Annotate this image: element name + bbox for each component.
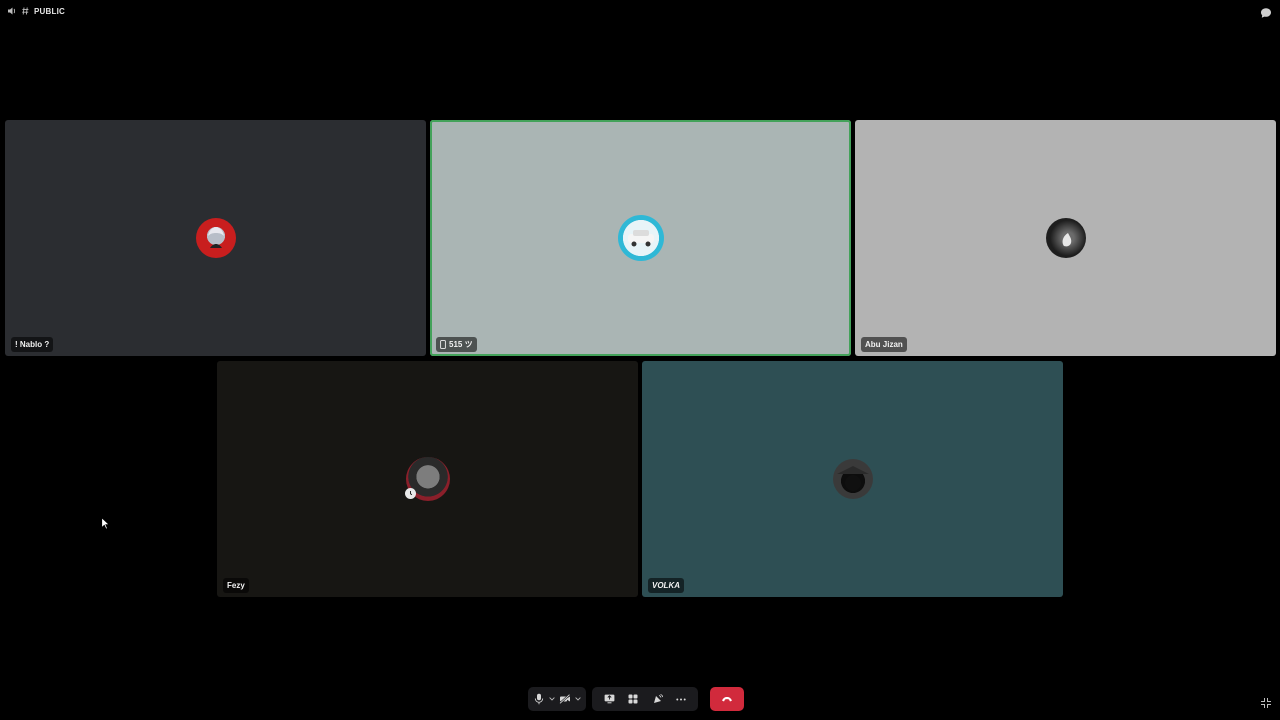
video-options-button[interactable] bbox=[573, 687, 583, 711]
soundboard-icon bbox=[653, 693, 663, 703]
chevron-down-icon bbox=[575, 697, 581, 701]
call-controls bbox=[528, 687, 744, 711]
chat-button[interactable] bbox=[1260, 6, 1272, 18]
top-bar: PUBLIC bbox=[0, 0, 1280, 24]
participant-tile[interactable]: VOLKA bbox=[642, 361, 1063, 597]
more-button[interactable] bbox=[669, 687, 693, 711]
participant-name-tag: Abu Jizan bbox=[861, 337, 907, 352]
avatar bbox=[1045, 218, 1086, 258]
chat-bubble-icon bbox=[1261, 8, 1271, 18]
pointer-cursor-icon bbox=[101, 516, 111, 530]
fullscreen-button[interactable] bbox=[1260, 696, 1272, 708]
activities-button[interactable] bbox=[621, 687, 645, 711]
status-badge bbox=[405, 488, 416, 499]
screen-share-icon bbox=[604, 694, 614, 704]
participant-name-tag: ! Nablo ? bbox=[11, 337, 54, 352]
avatar bbox=[617, 215, 664, 261]
participant-tile-speaking[interactable]: 515 ツ bbox=[430, 120, 851, 356]
avatar bbox=[832, 459, 873, 499]
screen-share-button[interactable] bbox=[597, 687, 621, 711]
audio-options-button[interactable] bbox=[547, 687, 557, 711]
avatar bbox=[195, 218, 236, 258]
participant-name: Fezy bbox=[227, 581, 245, 590]
leave-call-button[interactable] bbox=[710, 687, 744, 711]
chevron-down-icon bbox=[549, 697, 555, 701]
participant-name: ! Nablo ? bbox=[15, 340, 50, 349]
participant-name-tag: 515 ツ bbox=[436, 337, 477, 352]
channel-header[interactable]: PUBLIC bbox=[7, 6, 65, 16]
participant-name-tag: VOLKA bbox=[648, 578, 684, 593]
mobile-phone-icon bbox=[440, 340, 446, 349]
microphone-icon bbox=[534, 693, 544, 705]
hash-icon bbox=[22, 7, 29, 15]
mute-button[interactable] bbox=[531, 687, 547, 711]
more-icon bbox=[676, 698, 686, 700]
actions-group bbox=[592, 687, 698, 711]
mouse-cursor bbox=[101, 516, 111, 535]
clock-icon bbox=[410, 491, 413, 496]
participant-name: 515 ツ bbox=[449, 340, 473, 349]
activities-icon bbox=[628, 694, 638, 704]
participant-name-tag: Fezy bbox=[223, 578, 249, 593]
exit-fullscreen-icon bbox=[1261, 698, 1271, 708]
participant-name: Abu Jizan bbox=[865, 340, 903, 349]
speaker-icon bbox=[8, 7, 16, 15]
hang-up-icon bbox=[722, 697, 732, 702]
participant-name: VOLKA bbox=[652, 581, 680, 590]
audio-video-group bbox=[528, 687, 586, 711]
participant-tile[interactable]: Fezy bbox=[217, 361, 638, 597]
camera-off-icon bbox=[559, 694, 571, 704]
camera-button[interactable] bbox=[557, 687, 573, 711]
soundboard-button[interactable] bbox=[645, 687, 669, 711]
participant-tile[interactable]: Abu Jizan bbox=[855, 120, 1276, 356]
participant-tile[interactable]: ! Nablo ? bbox=[5, 120, 426, 356]
channel-name: PUBLIC bbox=[34, 6, 65, 16]
